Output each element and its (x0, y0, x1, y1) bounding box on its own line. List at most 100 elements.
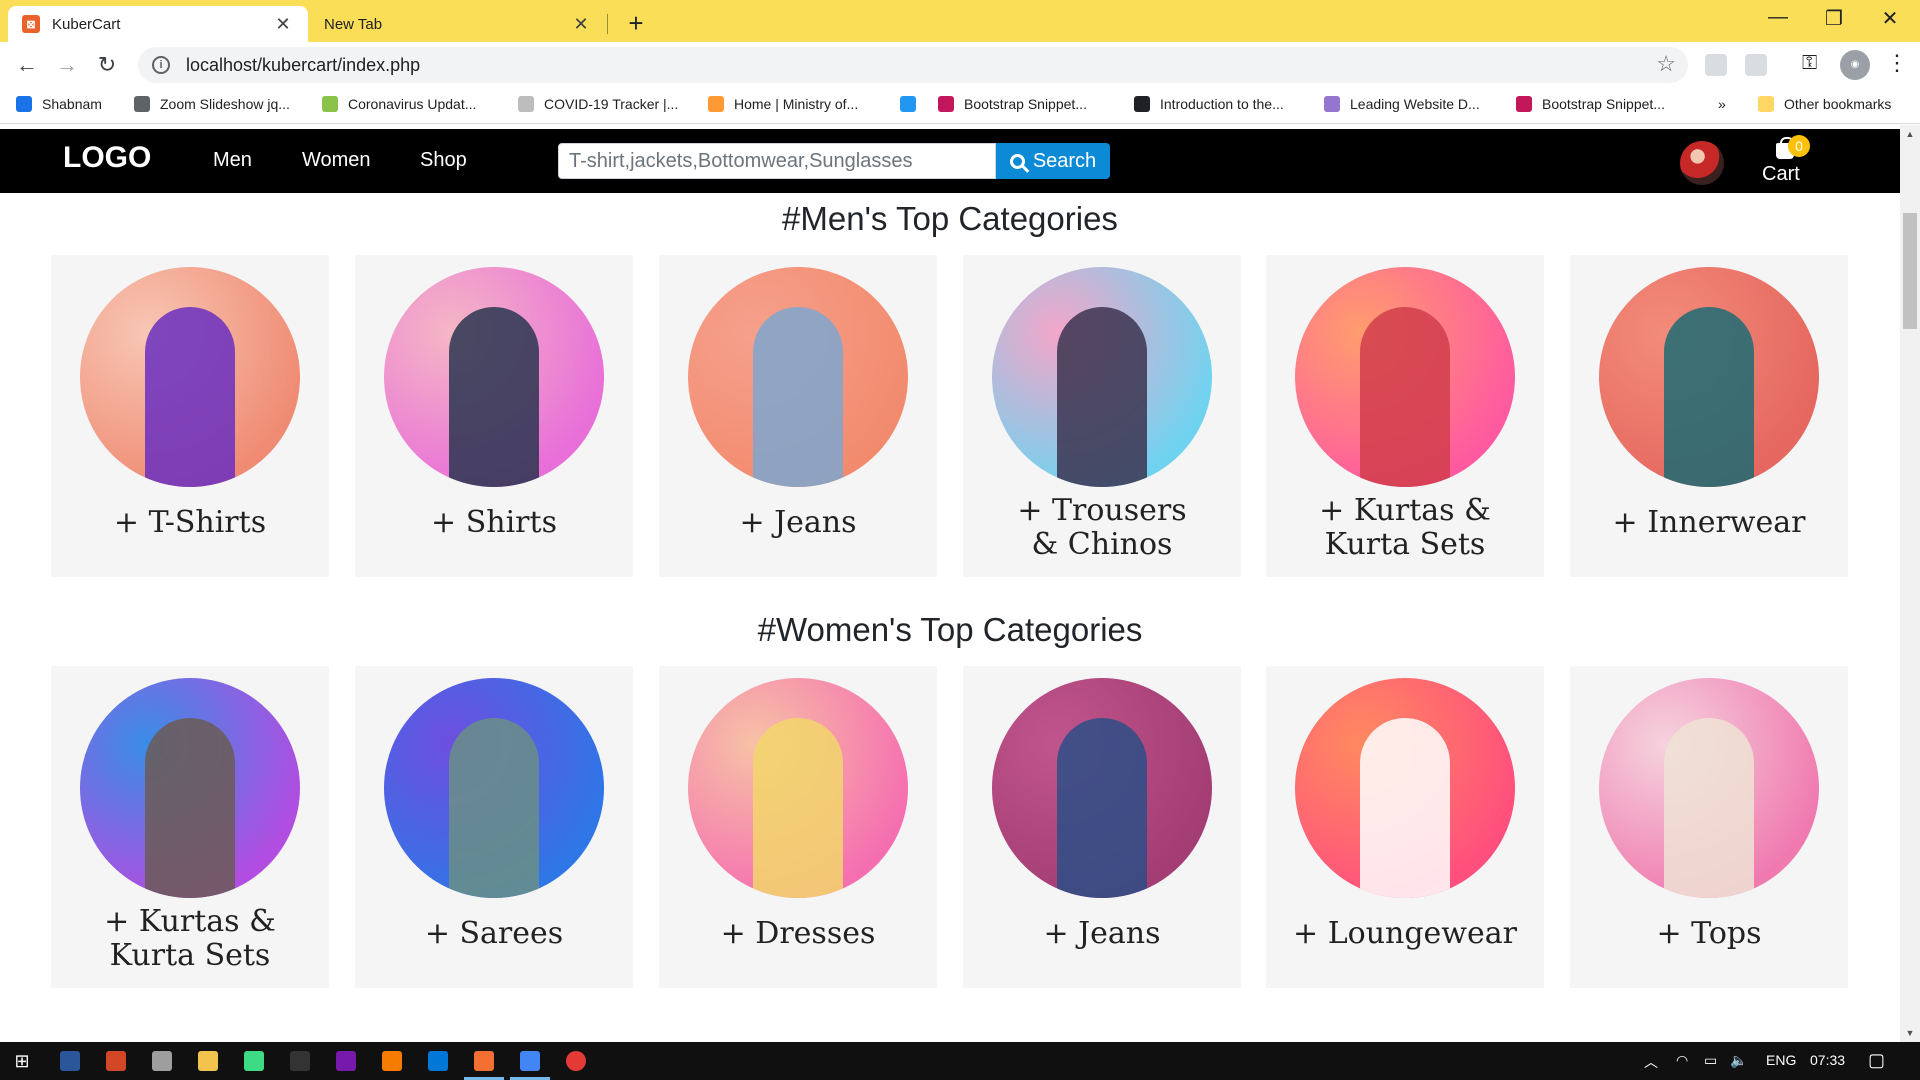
bookmark-item[interactable]: Leading Website D... (1324, 96, 1480, 112)
category-card[interactable]: + Shirts (355, 255, 633, 577)
extension-icon[interactable] (1745, 54, 1767, 76)
category-card[interactable]: + Jeans (659, 255, 937, 577)
language-indicator[interactable]: ENG (1766, 1052, 1796, 1068)
category-label[interactable]: + Kurtas & (1276, 493, 1534, 529)
category-card[interactable]: + Tops (1570, 666, 1848, 988)
reload-icon[interactable]: ↻ (92, 50, 122, 80)
android-studio-icon[interactable] (244, 1051, 264, 1071)
address-bar[interactable]: i localhost/kubercart/index.php ☆ (138, 47, 1688, 83)
category-label[interactable]: + Jeans (669, 505, 927, 541)
close-tab-icon[interactable]: ✕ (570, 14, 592, 35)
terminal-icon[interactable] (290, 1051, 310, 1071)
volume-icon[interactable]: 🔈 (1730, 1052, 1747, 1069)
bookmark-item[interactable]: Coronavirus Updat... (322, 96, 476, 112)
site-info-icon[interactable]: i (152, 56, 170, 74)
category-image (1599, 678, 1819, 898)
extension-icon[interactable] (1705, 54, 1727, 76)
category-label[interactable]: + T-Shirts (61, 505, 319, 541)
category-label-line2[interactable]: & Chinos (973, 527, 1231, 563)
category-label[interactable]: + Innerwear (1580, 505, 1838, 541)
close-window-icon[interactable]: ✕ (1870, 6, 1910, 31)
onenote-icon[interactable] (336, 1051, 356, 1071)
section-title: #Men's Top Categories (782, 200, 1118, 237)
bookmark-item[interactable]: Shabnam (16, 96, 102, 112)
scrollbar-thumb[interactable] (1903, 213, 1917, 329)
category-card[interactable]: + T-Shirts (51, 255, 329, 577)
cart-button[interactable]: 0 Cart (1758, 135, 1810, 187)
recorder-icon[interactable] (566, 1051, 586, 1071)
bookmark-star-icon[interactable]: ☆ (1656, 51, 1676, 77)
bookmark-label: Home | Ministry of... (734, 96, 859, 112)
bookmark-item[interactable]: Zoom Slideshow jq... (134, 96, 290, 112)
category-card[interactable]: + Kurtas & Kurta Sets (51, 666, 329, 988)
product-figure (449, 718, 539, 898)
network-icon[interactable]: ◠ (1676, 1052, 1688, 1069)
user-avatar[interactable] (1680, 141, 1724, 185)
category-label-line2[interactable]: Kurta Sets (1276, 527, 1534, 563)
search-icon (1009, 153, 1025, 169)
bookmark-item[interactable]: Bootstrap Snippet... (938, 96, 1087, 112)
category-card[interactable]: + Innerwear (1570, 255, 1848, 577)
search-button[interactable]: Search (996, 143, 1110, 179)
category-card[interactable]: + Sarees (355, 666, 633, 988)
bookmark-item[interactable]: Home | Ministry of... (708, 96, 858, 112)
back-icon[interactable]: ← (12, 50, 42, 80)
windows-taskbar: ⊞ ︿ ◠ ▭ 🔈 ENG 07:33 ▢ (0, 1042, 1920, 1080)
forward-icon[interactable]: → (52, 50, 82, 80)
restore-icon[interactable]: ❐ (1814, 6, 1854, 31)
category-label[interactable]: + Jeans (973, 916, 1231, 952)
bookmark-item[interactable]: Bootstrap Snippet... (1516, 96, 1665, 112)
close-tab-icon[interactable]: ✕ (272, 14, 294, 35)
powerpoint-icon[interactable] (106, 1051, 126, 1071)
bookmark-label: Bootstrap Snippet... (964, 96, 1087, 112)
bookmarks-overflow-button[interactable]: » (1718, 96, 1726, 112)
menu-kebab-icon[interactable]: ⋮ (1886, 50, 1908, 76)
site-logo[interactable]: LOGO (63, 141, 151, 175)
bookmark-label: Shabnam (42, 96, 102, 112)
category-label[interactable]: + Shirts (365, 505, 623, 541)
bookmark-item[interactable]: Introduction to the... (1134, 96, 1284, 112)
nav-link-shop[interactable]: Shop (420, 149, 467, 172)
word-icon[interactable] (60, 1051, 80, 1071)
nav-link-men[interactable]: Men (213, 149, 252, 172)
page-scrollbar[interactable]: ▲ ▼ (1900, 125, 1920, 1042)
product-figure (145, 718, 235, 898)
category-label[interactable]: + Loungewear (1276, 916, 1534, 952)
battery-icon[interactable]: ▭ (1704, 1052, 1717, 1069)
password-key-icon[interactable]: ⚿ (1802, 52, 1817, 75)
tab-new-tab[interactable]: New Tab ✕ (310, 6, 606, 42)
tools-icon[interactable] (152, 1051, 172, 1071)
category-card[interactable]: + Loungewear (1266, 666, 1544, 988)
category-label-line2[interactable]: Kurta Sets (61, 938, 319, 974)
nav-link-women[interactable]: Women (302, 149, 371, 172)
category-card[interactable]: + Jeans (963, 666, 1241, 988)
chrome-icon[interactable] (520, 1051, 540, 1071)
notifications-icon[interactable]: ▢ (1868, 1050, 1885, 1071)
category-label[interactable]: + Dresses (669, 916, 927, 952)
category-card[interactable]: + Dresses (659, 666, 937, 988)
sublime-icon[interactable] (382, 1051, 402, 1071)
bookmark-item[interactable] (900, 96, 926, 112)
category-label[interactable]: + Trousers (973, 493, 1231, 529)
other-bookmarks-folder[interactable]: Other bookmarks (1758, 96, 1891, 112)
scroll-up-arrow-icon[interactable]: ▲ (1900, 129, 1920, 139)
product-figure (1360, 307, 1450, 487)
clock-time[interactable]: 07:33 (1810, 1052, 1845, 1068)
windows-start-icon[interactable]: ⊞ (12, 1051, 32, 1071)
file-explorer-icon[interactable] (198, 1051, 218, 1071)
category-card[interactable]: + Trousers & Chinos (963, 255, 1241, 577)
xampp-icon[interactable] (474, 1051, 494, 1071)
vscode-icon[interactable] (428, 1051, 448, 1071)
tab-kubercart[interactable]: ⊠ KuberCart ✕ (8, 6, 308, 42)
search-input[interactable] (558, 143, 996, 179)
category-card[interactable]: + Kurtas & Kurta Sets (1266, 255, 1544, 577)
category-label[interactable]: + Tops (1580, 916, 1838, 952)
profile-avatar-icon[interactable]: ◉ (1840, 50, 1870, 80)
show-hidden-icons-icon[interactable]: ︿ (1644, 1052, 1658, 1072)
scroll-down-arrow-icon[interactable]: ▼ (1900, 1028, 1920, 1038)
new-tab-icon[interactable]: + (622, 8, 650, 39)
minimize-icon[interactable]: — (1758, 6, 1798, 29)
category-label[interactable]: + Sarees (365, 916, 623, 952)
bookmark-item[interactable]: COVID-19 Tracker |... (518, 96, 678, 112)
category-label[interactable]: + Kurtas & (61, 904, 319, 940)
